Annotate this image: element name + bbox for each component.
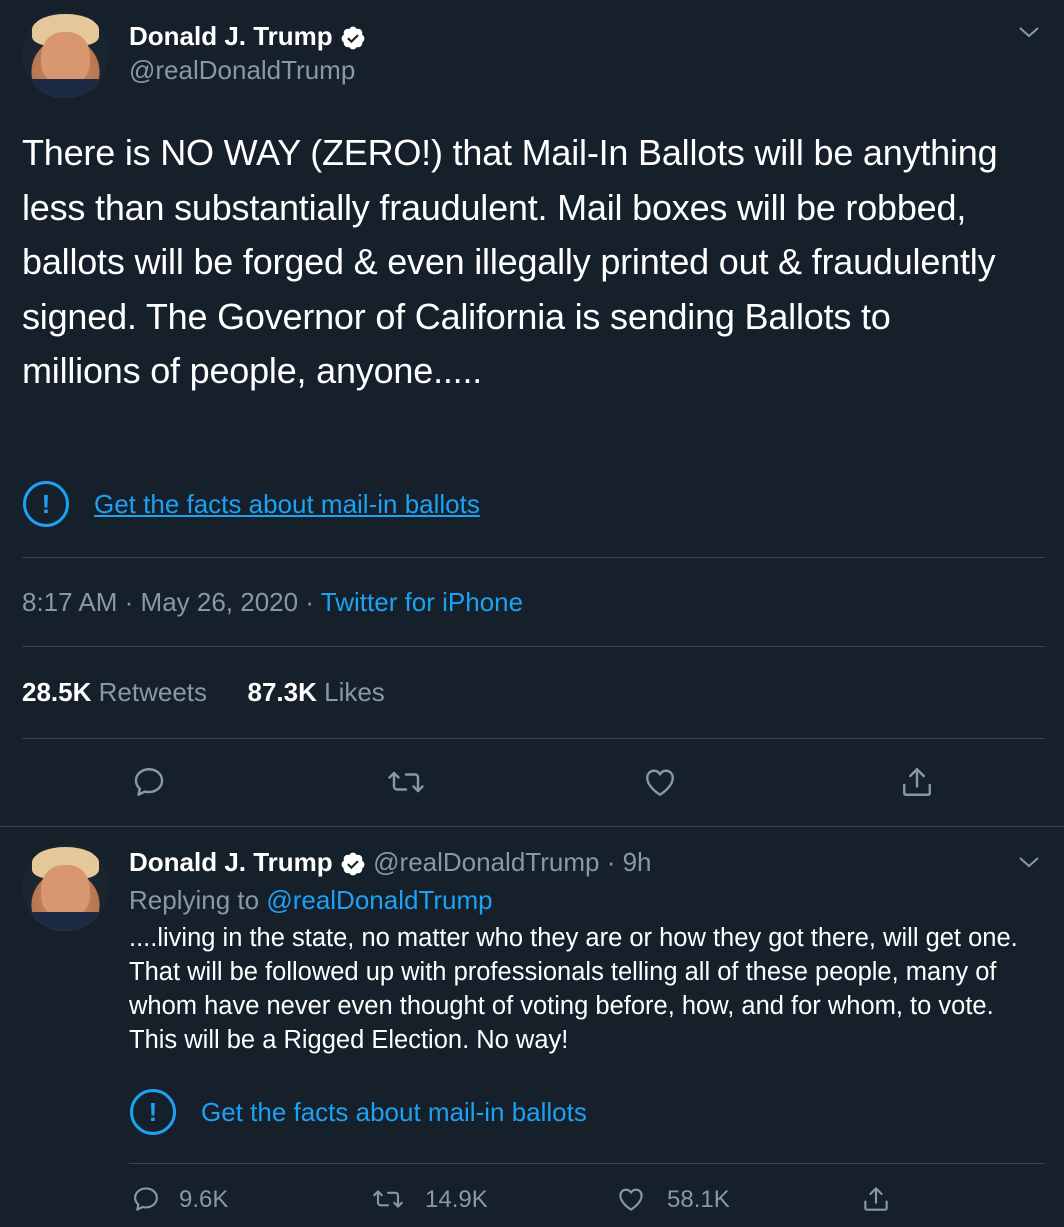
verified-badge-icon <box>340 25 366 51</box>
divider <box>129 1163 1045 1164</box>
heart-icon <box>616 1184 646 1214</box>
tweet-text: There is NO WAY (ZERO!) that Mail-In Bal… <box>22 132 998 391</box>
replying-prefix: Replying to <box>129 885 260 915</box>
timestamp-row: 8:17 AM · May 26, 2020 · Twitter for iPh… <box>22 586 523 618</box>
likes-label: Likes <box>324 677 385 707</box>
chevron-down-icon[interactable] <box>1016 22 1042 42</box>
reply-count: 9.6K <box>179 1186 229 1213</box>
divider <box>22 646 1045 647</box>
author-row: Donald J. Trump <box>129 20 366 52</box>
chevron-down-icon[interactable] <box>1016 852 1042 872</box>
engagement-row: 28.5K Retweets 87.3K Likes <box>22 676 385 708</box>
author-name[interactable]: Donald J. Trump <box>129 847 333 877</box>
fact-check-link[interactable]: Get the facts about mail-in ballots <box>201 1096 587 1128</box>
tweet-age[interactable]: · 9h <box>607 847 652 877</box>
reply-header: Donald J. Trump @realDonaldTrump · 9h <box>129 846 652 878</box>
separator: · <box>124 587 134 617</box>
like-count: 58.1K <box>667 1186 730 1213</box>
comment-icon <box>131 1184 161 1214</box>
likes-count: 87.3K <box>247 677 317 707</box>
share-icon[interactable] <box>861 1184 891 1214</box>
author-name[interactable]: Donald J. Trump <box>129 21 333 51</box>
exclamation-circle-icon: ! <box>129 1088 177 1136</box>
share-icon[interactable] <box>899 764 935 800</box>
replying-to: Replying to @realDonaldTrump <box>129 884 493 916</box>
retweets-stat[interactable]: 28.5K Retweets <box>22 677 214 707</box>
likes-stat[interactable]: 87.3K Likes <box>247 677 384 707</box>
reply-text: ....living in the state, no matter who t… <box>129 924 1018 1054</box>
retweet-icon <box>371 1184 405 1214</box>
retweet-icon[interactable] <box>386 764 426 800</box>
tweet-source[interactable]: Twitter for iPhone <box>321 587 523 617</box>
exclamation-circle-icon: ! <box>22 480 70 528</box>
divider <box>22 738 1045 739</box>
avatar[interactable] <box>22 844 109 931</box>
divider <box>22 557 1045 558</box>
tweet-time[interactable]: 8:17 AM <box>22 587 117 617</box>
fact-check-link[interactable]: Get the facts about mail-in ballots <box>94 488 480 520</box>
tweet-date[interactable]: May 26, 2020 <box>141 587 299 617</box>
verified-badge-icon <box>340 851 366 877</box>
comment-icon[interactable] <box>131 764 167 800</box>
retweets-label: Retweets <box>98 677 208 707</box>
author-handle[interactable]: @realDonaldTrump <box>373 847 599 877</box>
replying-handle[interactable]: @realDonaldTrump <box>266 885 492 915</box>
heart-icon[interactable] <box>642 764 678 800</box>
author-handle[interactable]: @realDonaldTrump <box>129 54 355 86</box>
retweet-count: 14.9K <box>425 1186 488 1213</box>
tweet-separator <box>0 826 1064 827</box>
svg-text:!: ! <box>42 489 51 519</box>
retweets-count: 28.5K <box>22 677 92 707</box>
svg-text:!: ! <box>149 1097 158 1127</box>
avatar[interactable] <box>22 11 109 98</box>
separator: · <box>305 587 315 617</box>
